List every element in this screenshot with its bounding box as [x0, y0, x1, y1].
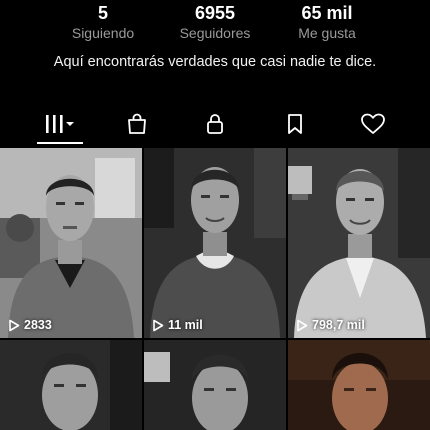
- likes-label: Me gusta: [298, 25, 356, 41]
- video-thumbnail-image: [0, 148, 142, 338]
- following-label: Siguiendo: [71, 25, 135, 41]
- video-grid: 2833 11 mil 798,7 mil: [0, 148, 430, 430]
- bookmark-icon: [288, 114, 302, 134]
- video-thumbnail-image: [144, 340, 286, 430]
- view-count-text: 798,7 mil: [312, 318, 365, 332]
- followers-stat[interactable]: 6955 Seguidores: [155, 0, 275, 42]
- followers-label: Seguidores: [179, 25, 251, 41]
- grid-videos-icon: [46, 115, 74, 133]
- following-stat[interactable]: 5 Siguiendo: [43, 0, 163, 42]
- tab-private[interactable]: [185, 104, 245, 144]
- play-icon: [153, 319, 164, 331]
- following-count: 5: [97, 3, 108, 23]
- followers-count: 6955: [194, 3, 236, 23]
- video-thumbnail[interactable]: [144, 340, 286, 430]
- view-count-text: 11 mil: [168, 318, 203, 332]
- tab-videos[interactable]: [30, 104, 90, 144]
- view-count: 2833: [8, 318, 52, 332]
- tab-shop[interactable]: [107, 104, 167, 144]
- video-thumbnail-image: [288, 148, 430, 338]
- profile-stats: 5 Siguiendo 6955 Seguidores 65 mil Me gu…: [0, 0, 430, 48]
- video-thumbnail[interactable]: [288, 340, 430, 430]
- video-thumbnail[interactable]: 11 mil: [144, 148, 286, 338]
- play-icon: [9, 319, 20, 331]
- lock-icon: [207, 114, 223, 134]
- tab-liked[interactable]: [343, 104, 403, 144]
- video-thumbnail-image: [288, 340, 430, 430]
- shopping-bag-icon: [128, 113, 146, 134]
- view-count: 798,7 mil: [296, 318, 365, 332]
- tab-saved[interactable]: [265, 104, 325, 144]
- video-thumbnail[interactable]: 798,7 mil: [288, 148, 430, 338]
- video-thumbnail[interactable]: [0, 340, 142, 430]
- video-thumbnail-image: [0, 340, 142, 430]
- likes-count: 65 mil: [301, 3, 353, 23]
- profile-tabs: [0, 104, 430, 146]
- video-thumbnail-image: [144, 148, 286, 338]
- likes-stat[interactable]: 65 mil Me gusta: [267, 0, 387, 42]
- profile-bio: Aquí encontrarás verdades que casi nadie…: [53, 54, 377, 70]
- view-count-text: 2833: [24, 318, 52, 332]
- view-count: 11 mil: [152, 318, 203, 332]
- play-icon: [297, 319, 308, 331]
- heart-icon: [361, 113, 385, 134]
- video-thumbnail[interactable]: 2833: [0, 148, 142, 338]
